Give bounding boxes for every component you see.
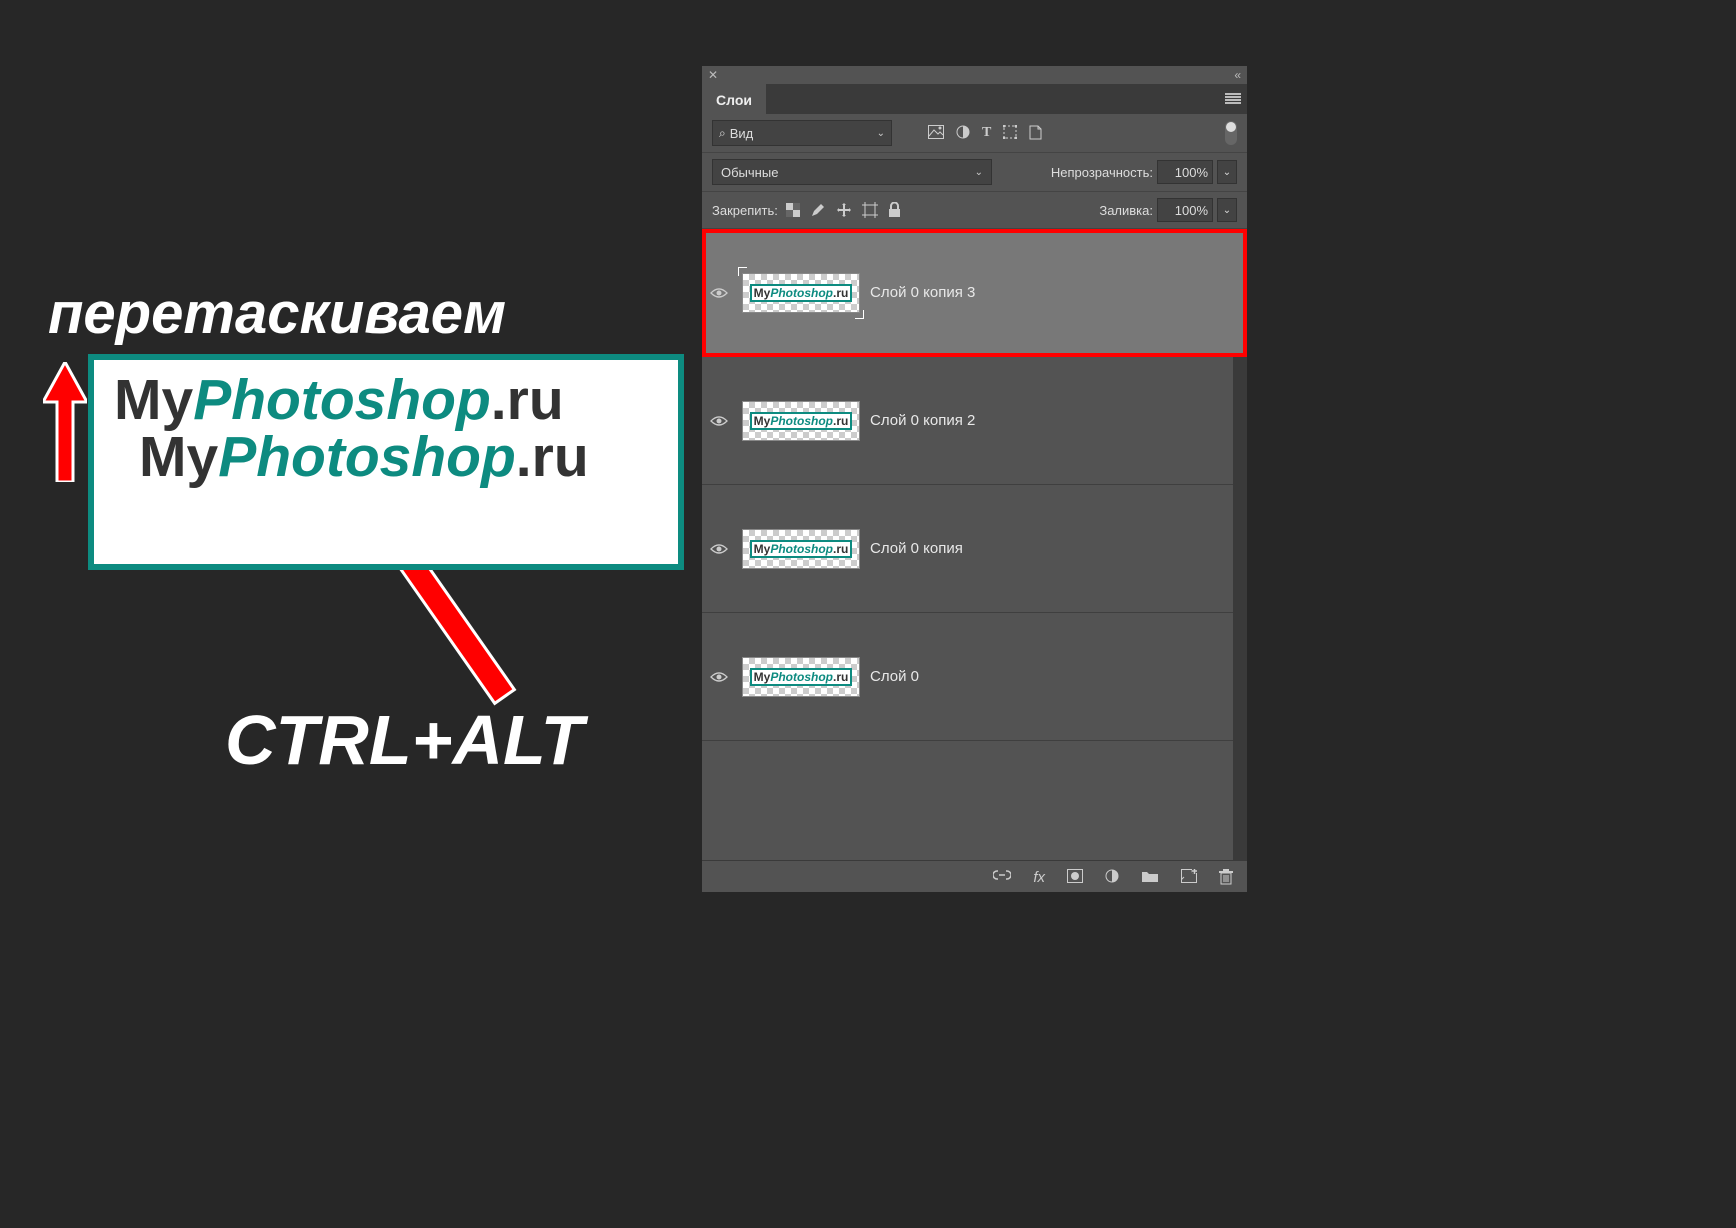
filter-smart-icon[interactable] — [1029, 125, 1042, 141]
opacity-label: Непрозрачность: — [1051, 165, 1153, 180]
filter-toggle[interactable] — [1225, 121, 1237, 145]
lock-icons — [786, 202, 901, 218]
panel-titlebar: ✕ « — [702, 66, 1247, 84]
canvas-logo-line-1: MyPhotoshop.ru — [94, 360, 678, 429]
layer-thumbnail[interactable]: MyPhotoshop.ru — [742, 398, 860, 444]
layer-visibility-icon[interactable] — [710, 671, 732, 683]
layer-search-dropdown[interactable]: ⌕ Вид ⌄ — [712, 120, 892, 146]
fill-value-field[interactable]: 100% — [1157, 198, 1213, 222]
layer-thumbnail[interactable]: MyPhotoshop.ru — [742, 270, 860, 316]
lock-position-icon[interactable] — [836, 202, 852, 218]
logo-part-my: My — [139, 425, 218, 489]
canvas-logo-line-2: MyPhotoshop.ru — [94, 429, 678, 486]
new-layer-icon[interactable] — [1181, 869, 1197, 886]
filter-adjust-icon[interactable] — [956, 125, 970, 141]
layers-panel: ✕ « Слои ⌕ Вид ⌄ T — [702, 66, 1247, 892]
filter-text-icon[interactable]: T — [982, 125, 991, 141]
layer-mask-icon[interactable] — [1067, 869, 1083, 886]
layer-visibility-icon[interactable] — [710, 287, 732, 299]
delete-layer-icon[interactable] — [1219, 869, 1233, 886]
annotation-drag-label: перетаскиваем — [48, 280, 506, 347]
logo-part-ru: .ru — [491, 368, 564, 432]
lock-label: Закрепить: — [712, 203, 778, 218]
tab-layers[interactable]: Слои — [702, 84, 766, 114]
layer-thumbnail[interactable]: MyPhotoshop.ru — [742, 526, 860, 572]
layer-item[interactable]: MyPhotoshop.ru Слой 0 копия 3 — [702, 229, 1247, 357]
layer-visibility-icon[interactable] — [710, 543, 732, 555]
opacity-value-field[interactable]: 100% — [1157, 160, 1213, 184]
layer-visibility-icon[interactable] — [710, 415, 732, 427]
layers-list: MyPhotoshop.ruСлой 0 копия 3MyPhotoshop.… — [702, 229, 1247, 860]
opacity-group: Непрозрачность: 100% ⌄ — [1051, 160, 1237, 184]
fill-group: Заливка: 100% ⌄ — [1099, 198, 1237, 222]
panel-menu-icon[interactable] — [1223, 89, 1243, 107]
layer-filter-icons: T — [928, 125, 1042, 141]
lock-brush-icon[interactable] — [810, 202, 826, 218]
opacity-chevron-icon[interactable]: ⌄ — [1217, 160, 1237, 184]
collapse-icon[interactable]: « — [1234, 68, 1241, 82]
panel-row-blend: Обычные ⌄ Непрозрачность: 100% ⌄ — [702, 153, 1247, 192]
lock-artboard-icon[interactable] — [862, 202, 878, 218]
layer-name-label[interactable]: Слой 0 — [870, 668, 919, 685]
arrow-up-icon — [43, 362, 87, 482]
layer-name-label[interactable]: Слой 0 копия — [870, 540, 963, 557]
logo-part-ru: .ru — [516, 425, 589, 489]
close-icon[interactable]: ✕ — [708, 68, 718, 82]
chevron-down-icon: ⌄ — [877, 128, 885, 139]
layer-item[interactable]: MyPhotoshop.ru Слой 0 копия 2 — [702, 357, 1247, 485]
filter-shape-icon[interactable] — [1003, 125, 1017, 141]
panel-tabs: Слои — [702, 84, 1247, 114]
layer-name-label[interactable]: Слой 0 копия 2 — [870, 412, 975, 429]
layer-thumbnail[interactable]: MyPhotoshop.ru — [742, 654, 860, 700]
link-layers-icon[interactable] — [993, 869, 1011, 886]
logo-part-photoshop: Photoshop — [193, 368, 491, 432]
blend-mode-dropdown[interactable]: Обычные ⌄ — [712, 159, 992, 185]
canvas-preview: MyPhotoshop.ru MyPhotoshop.ru — [88, 354, 684, 570]
adjustment-layer-icon[interactable] — [1105, 869, 1119, 886]
new-group-icon[interactable] — [1141, 869, 1159, 886]
panel-row-search: ⌕ Вид ⌄ T — [702, 114, 1247, 153]
fill-chevron-icon[interactable]: ⌄ — [1217, 198, 1237, 222]
layer-fx-icon[interactable]: fx — [1033, 869, 1045, 886]
logo-part-my: My — [114, 368, 193, 432]
chevron-down-icon: ⌄ — [975, 167, 983, 178]
layer-name-label[interactable]: Слой 0 копия 3 — [870, 284, 975, 301]
search-icon: ⌕ — [719, 126, 726, 141]
layer-item[interactable]: MyPhotoshop.ru Слой 0 копия — [702, 485, 1247, 613]
filter-image-icon[interactable] — [928, 125, 944, 141]
layer-search-label: Вид — [730, 126, 754, 141]
layer-item[interactable]: MyPhotoshop.ru Слой 0 — [702, 613, 1247, 741]
logo-part-photoshop: Photoshop — [218, 425, 516, 489]
blend-mode-label: Обычные — [721, 165, 778, 180]
lock-all-icon[interactable] — [888, 202, 901, 218]
lock-pixels-icon[interactable] — [786, 203, 800, 217]
fill-label: Заливка: — [1099, 203, 1153, 218]
panel-footer: fx — [702, 860, 1247, 892]
panel-row-lock: Закрепить: Заливка: 100% ⌄ — [702, 192, 1247, 229]
